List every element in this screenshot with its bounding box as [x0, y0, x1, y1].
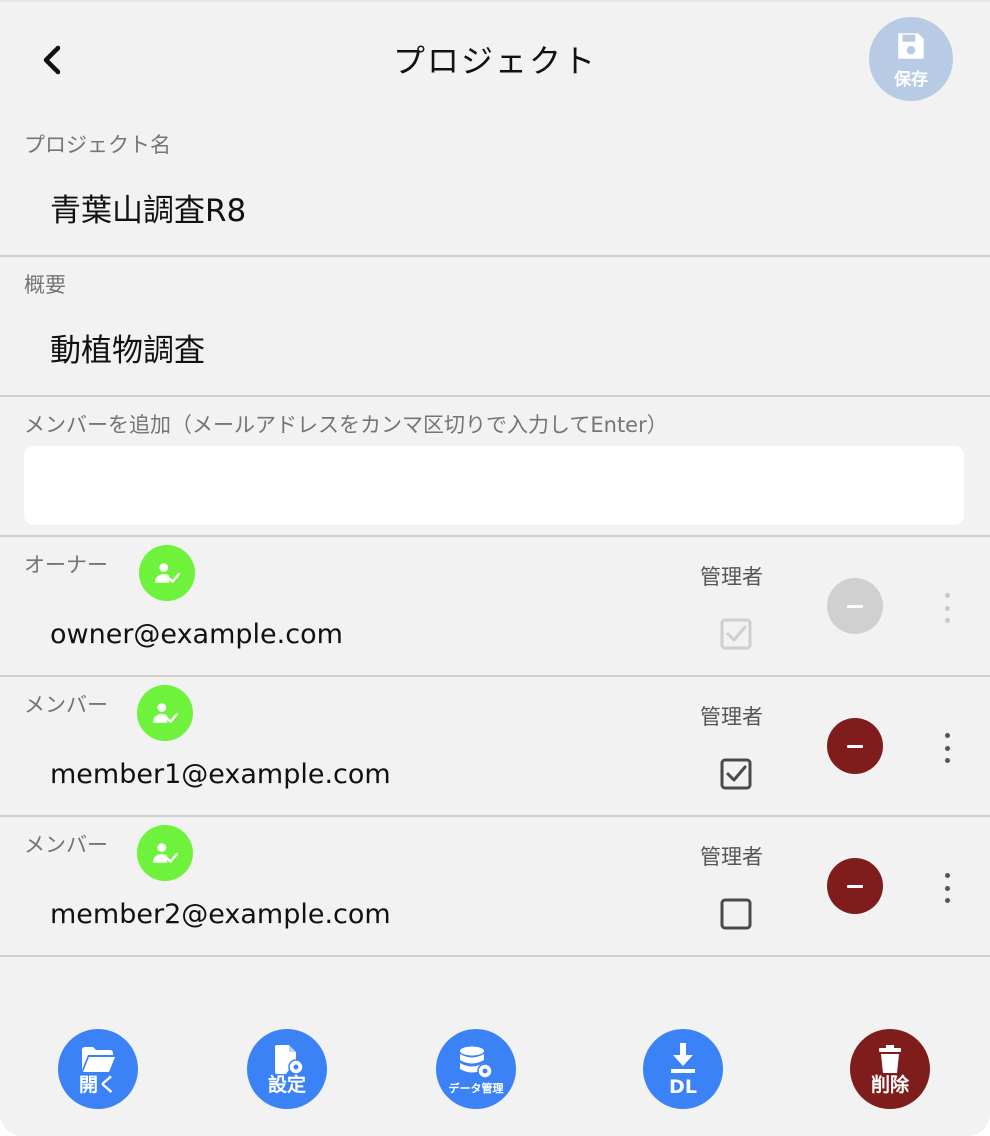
checkbox-unchecked-icon: [720, 898, 752, 930]
user-check-icon: [155, 563, 180, 583]
user-check-icon: [153, 843, 178, 863]
member-row: メンバー member1@example.com 管理者: [0, 677, 990, 817]
more-options-button[interactable]: [936, 733, 958, 763]
floppy-disk-icon: [898, 32, 924, 59]
member-role: オーナー: [24, 553, 108, 577]
settings-button[interactable]: 設定: [247, 1029, 327, 1109]
remove-member-button[interactable]: [827, 578, 883, 634]
overview-label: 概要: [24, 273, 66, 297]
member-email: member1@example.com: [50, 759, 391, 790]
add-member-label: メンバーを追加（メールアドレスをカンマ区切りで入力してEnter）: [24, 413, 668, 437]
member-row: メンバー member2@example.com 管理者: [0, 817, 990, 957]
delete-label: 削除: [870, 1073, 909, 1096]
minus-icon: [847, 744, 863, 748]
more-options-button[interactable]: [936, 873, 958, 903]
download-icon: [671, 1042, 695, 1073]
admin-checkbox[interactable]: [719, 757, 753, 791]
admin-checkbox[interactable]: [719, 617, 753, 651]
minus-icon: [847, 884, 863, 888]
user-check-icon: [153, 703, 178, 723]
remove-member-button[interactable]: [827, 718, 883, 774]
overview-field[interactable]: 概要 動植物調査: [0, 257, 990, 397]
project-name-field[interactable]: プロジェクト名 青葉山調査R8: [0, 117, 990, 257]
overview-value[interactable]: 動植物調査: [50, 325, 205, 370]
minus-icon: [847, 604, 863, 608]
member-row: オーナー owner@example.com 管理者: [0, 537, 990, 677]
add-member-input[interactable]: [24, 446, 964, 525]
database-gear-icon: [460, 1046, 493, 1079]
member-email: owner@example.com: [50, 619, 343, 650]
download-label: DL: [669, 1075, 697, 1098]
project-name-value[interactable]: 青葉山調査R8: [50, 185, 246, 230]
admin-label: 管理者: [700, 845, 763, 869]
member-role: メンバー: [24, 833, 108, 857]
member-email: member2@example.com: [50, 899, 391, 930]
member-role: メンバー: [24, 693, 108, 717]
save-button[interactable]: 保存: [869, 17, 953, 101]
checkbox-checked-icon: [720, 758, 752, 790]
open-button[interactable]: 開く: [58, 1029, 138, 1109]
header-bar: プロジェクト 保存: [0, 2, 990, 117]
member-badge: [137, 825, 193, 881]
project-screen: プロジェクト 保存 プロジェクト名 青葉山調査R8 概要 動植物調査 メンバーを…: [0, 0, 990, 1136]
member-badge: [139, 545, 195, 601]
admin-checkbox[interactable]: [719, 897, 753, 931]
project-name-label: プロジェクト名: [24, 133, 171, 157]
more-options-button[interactable]: [936, 593, 958, 623]
open-label: 開く: [78, 1073, 117, 1096]
admin-label: 管理者: [700, 705, 763, 729]
download-button[interactable]: DL: [643, 1029, 723, 1109]
page-title: プロジェクト: [392, 42, 597, 80]
checkbox-checked-icon: [720, 618, 752, 650]
data-management-button[interactable]: データ管理: [436, 1029, 516, 1109]
trash-icon: [879, 1044, 901, 1073]
add-member-field: メンバーを追加（メールアドレスをカンマ区切りで入力してEnter）: [0, 397, 990, 537]
file-gear-icon: [275, 1044, 304, 1075]
admin-label: 管理者: [700, 565, 763, 589]
delete-button[interactable]: 削除: [850, 1029, 930, 1109]
save-label: 保存: [894, 69, 928, 90]
data-management-label: データ管理: [448, 1081, 504, 1095]
member-badge: [137, 685, 193, 741]
settings-label: 設定: [267, 1073, 306, 1096]
remove-member-button[interactable]: [827, 858, 883, 914]
folder-open-icon: [82, 1046, 115, 1072]
